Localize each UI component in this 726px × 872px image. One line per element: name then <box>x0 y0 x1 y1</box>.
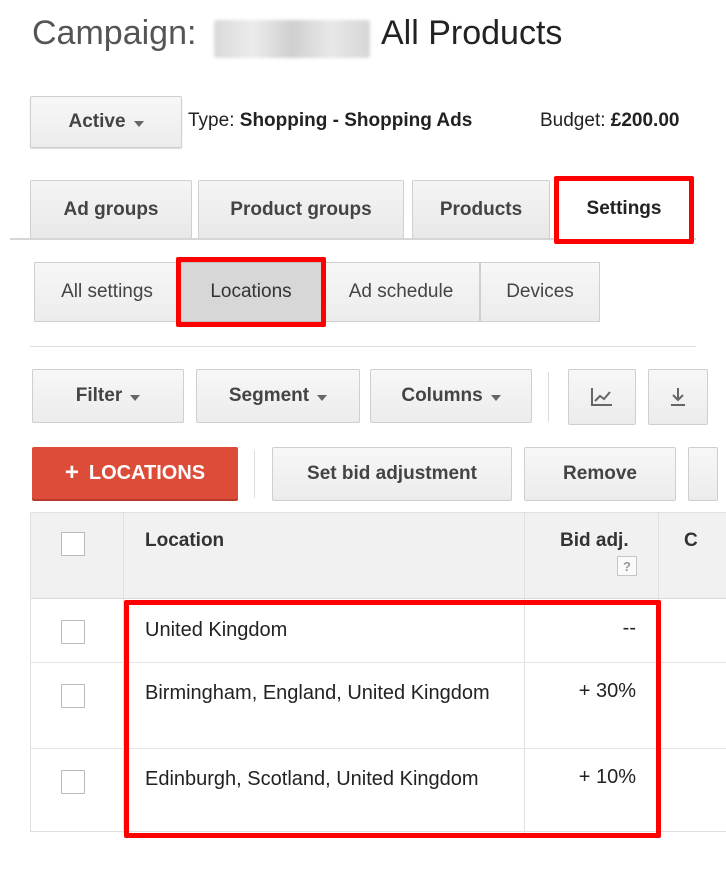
columns-button[interactable]: Columns <box>370 369 532 423</box>
row-checkbox[interactable] <box>61 620 85 644</box>
section-divider <box>30 346 696 347</box>
line-chart-icon <box>591 388 612 406</box>
chevron-down-icon <box>133 121 144 127</box>
column-divider <box>658 513 659 833</box>
bid-adj-cell[interactable]: + 30% <box>496 680 636 703</box>
row-divider <box>31 662 726 663</box>
row-checkbox[interactable] <box>61 770 85 794</box>
select-all-checkbox[interactable] <box>61 532 85 556</box>
bid-adj-cell[interactable]: + 10% <box>496 766 636 789</box>
row-checkbox[interactable] <box>61 684 85 708</box>
filter-button[interactable]: Filter <box>32 369 184 423</box>
chevron-down-icon <box>130 395 141 401</box>
status-dropdown[interactable]: Active <box>30 96 182 148</box>
redacted-campaign-name <box>214 20 370 58</box>
subtab-ad-schedule[interactable]: Ad schedule <box>322 262 480 322</box>
bid-adj-cell[interactable]: -- <box>496 617 636 640</box>
campaign-label: Campaign: <box>32 14 197 52</box>
campaign-type: Type: Shopping - Shopping Ads <box>188 110 473 131</box>
chevron-down-icon <box>317 395 328 401</box>
add-locations-button[interactable]: + LOCATIONS <box>32 447 238 499</box>
tab-ad-groups[interactable]: Ad groups <box>30 180 192 238</box>
more-actions-button[interactable] <box>688 447 718 501</box>
campaign-budget: Budget: £200.00 <box>540 110 680 131</box>
set-bid-adjustment-button[interactable]: Set bid adjustment <box>272 447 512 501</box>
action-separator <box>254 450 255 498</box>
tab-settings[interactable]: Settings <box>558 176 690 240</box>
help-icon[interactable]: ? <box>617 556 637 576</box>
toolbar-separator <box>548 372 549 422</box>
segment-button[interactable]: Segment <box>196 369 360 423</box>
location-cell: Birmingham, England, United Kingdom <box>145 682 490 704</box>
download-button[interactable] <box>648 369 708 425</box>
subtab-devices[interactable]: Devices <box>480 262 600 322</box>
subtab-all-settings[interactable]: All settings <box>34 262 180 322</box>
tab-products[interactable]: Products <box>412 180 550 238</box>
location-cell: Edinburgh, Scotland, United Kingdom <box>145 768 479 790</box>
status-label: Active <box>68 111 126 132</box>
subtab-locations[interactable]: Locations <box>180 262 322 322</box>
chevron-down-icon <box>490 395 501 401</box>
column-divider <box>123 513 124 833</box>
row-divider <box>31 748 726 749</box>
plus-icon: + <box>64 459 79 486</box>
column-header-bid-adj[interactable]: Bid adj. <box>560 530 629 552</box>
column-header-truncated[interactable]: C <box>684 530 698 552</box>
remove-button[interactable]: Remove <box>524 447 676 501</box>
campaign-title: All Products <box>381 14 563 52</box>
column-header-location[interactable]: Location <box>145 530 224 552</box>
tab-product-groups[interactable]: Product groups <box>198 180 404 238</box>
location-cell: United Kingdom <box>145 619 288 641</box>
download-icon <box>671 388 685 406</box>
chart-button[interactable] <box>568 369 636 425</box>
